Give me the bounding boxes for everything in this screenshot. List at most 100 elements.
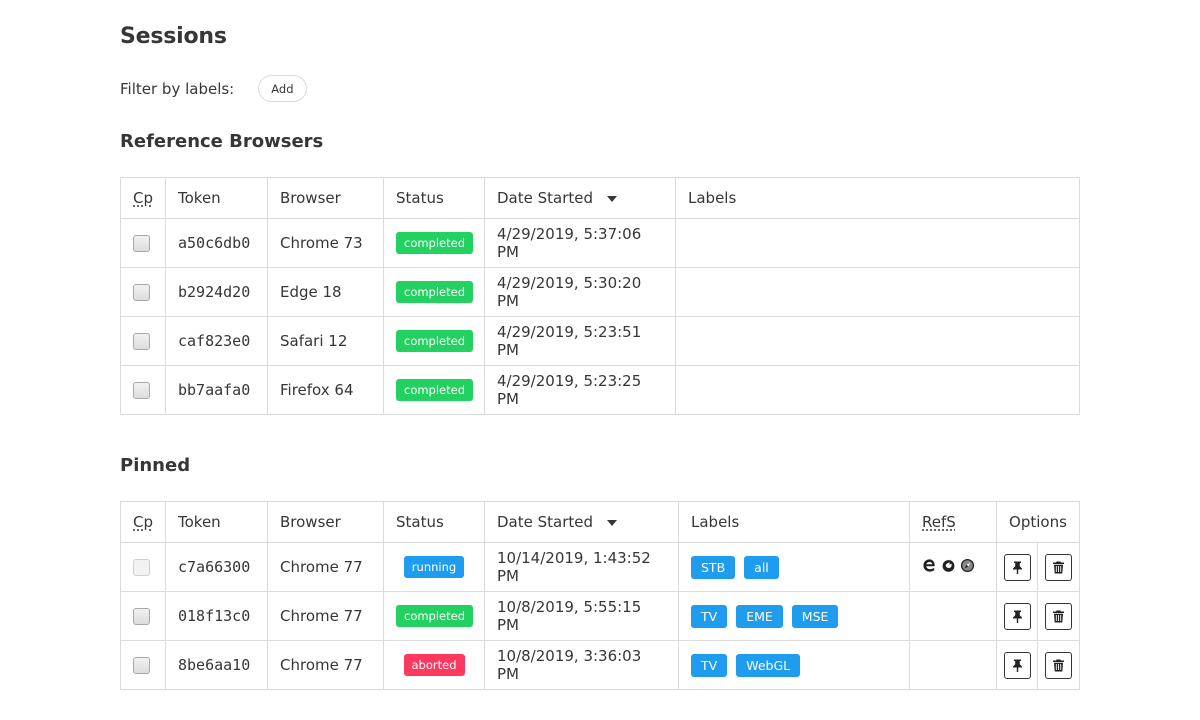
session-token-link[interactable]: c7a66300 bbox=[178, 558, 250, 576]
labels-cell: TV EME MSE bbox=[678, 591, 910, 641]
safari-icon[interactable] bbox=[960, 558, 975, 573]
sort-desc-icon[interactable] bbox=[607, 519, 618, 526]
unpin-cell bbox=[996, 591, 1038, 641]
header-labels: Labels bbox=[675, 177, 1080, 219]
session-token-link[interactable]: bb7aafa0 bbox=[178, 381, 250, 399]
label-tag[interactable]: STB bbox=[691, 555, 736, 579]
cp-abbr: Cp bbox=[133, 513, 153, 531]
labels-cell bbox=[675, 267, 1080, 317]
status-badge: completed bbox=[396, 605, 474, 627]
token-cell: c7a66300 bbox=[165, 542, 268, 592]
unpin-cell bbox=[996, 542, 1038, 592]
status-badge: completed bbox=[396, 232, 474, 254]
firefox-icon[interactable] bbox=[941, 558, 956, 573]
labels-cell: STB all bbox=[678, 542, 910, 592]
session-token-link[interactable]: 8be6aa10 bbox=[178, 656, 250, 674]
status-badge: completed bbox=[396, 281, 474, 303]
date-started-label: Date Started bbox=[497, 189, 594, 207]
token-cell: bb7aafa0 bbox=[165, 365, 268, 415]
status-cell: completed bbox=[383, 365, 485, 415]
header-date-started[interactable]: Date Started bbox=[484, 177, 676, 219]
pinned-table: Cp Token Browser Status Date Started Lab… bbox=[120, 501, 1080, 690]
refs-abbr: RefS bbox=[922, 513, 956, 531]
labels-cell bbox=[675, 316, 1080, 366]
filter-label: Filter by labels: bbox=[120, 79, 235, 98]
refs-cell bbox=[909, 591, 997, 641]
cp-abbr: Cp bbox=[133, 189, 153, 207]
pin-icon bbox=[1012, 659, 1023, 672]
edge-icon[interactable] bbox=[922, 558, 937, 573]
header-status: Status bbox=[383, 177, 485, 219]
browser-cell: Chrome 77 bbox=[267, 640, 384, 690]
label-tag[interactable]: TV bbox=[691, 604, 728, 628]
unpin-button[interactable] bbox=[1003, 602, 1031, 630]
date-started-cell: 10/14/2019, 1:43:52 PM bbox=[484, 542, 679, 592]
token-cell: 8be6aa10 bbox=[165, 640, 268, 690]
browser-cell: Chrome 77 bbox=[267, 591, 384, 641]
compare-checkbox[interactable] bbox=[133, 608, 150, 625]
header-cp: Cp bbox=[120, 501, 166, 543]
status-cell: completed bbox=[383, 316, 485, 366]
session-token-link[interactable]: caf823e0 bbox=[178, 332, 250, 350]
trash-icon bbox=[1053, 610, 1064, 623]
cp-cell bbox=[120, 267, 166, 317]
labels-cell: TV WebGL bbox=[678, 640, 910, 690]
table-row: 8be6aa10 Chrome 77 aborted 10/8/2019, 3:36:… bbox=[120, 640, 1080, 690]
browser-cell: Safari 12 bbox=[267, 316, 384, 366]
date-started-cell: 4/29/2019, 5:23:25 PM bbox=[484, 365, 676, 415]
header-token: Token bbox=[165, 177, 268, 219]
session-token-link[interactable]: 018f13c0 bbox=[178, 607, 250, 625]
refs-cell bbox=[909, 542, 997, 592]
pin-icon bbox=[1012, 561, 1023, 574]
label-tag[interactable]: TV bbox=[691, 653, 728, 677]
compare-checkbox[interactable] bbox=[133, 333, 150, 350]
label-tag[interactable]: MSE bbox=[791, 604, 839, 628]
table-header-row: Cp Token Browser Status Date Started Lab… bbox=[120, 177, 1080, 219]
date-started-label: Date Started bbox=[497, 513, 594, 531]
sort-desc-icon[interactable] bbox=[607, 195, 618, 202]
delete-cell bbox=[1037, 542, 1080, 592]
table-header-row: Cp Token Browser Status Date Started Lab… bbox=[120, 501, 1080, 543]
table-row: a50c6db0 Chrome 73 completed 4/29/2019, 5:3… bbox=[120, 218, 1080, 268]
cp-cell bbox=[120, 640, 166, 690]
label-tag[interactable]: all bbox=[744, 555, 779, 579]
browser-cell: Chrome 77 bbox=[267, 542, 384, 592]
browser-cell: Edge 18 bbox=[267, 267, 384, 317]
session-token-link[interactable]: a50c6db0 bbox=[178, 234, 250, 252]
token-cell: a50c6db0 bbox=[165, 218, 268, 268]
header-date-started[interactable]: Date Started bbox=[484, 501, 679, 543]
status-badge: running bbox=[403, 556, 465, 578]
delete-button[interactable] bbox=[1045, 553, 1072, 581]
delete-cell bbox=[1037, 591, 1080, 641]
unpin-button[interactable] bbox=[1003, 651, 1031, 679]
header-browser: Browser bbox=[267, 177, 384, 219]
compare-checkbox[interactable] bbox=[133, 382, 150, 399]
session-token-link[interactable]: b2924d20 bbox=[178, 283, 250, 301]
compare-checkbox[interactable] bbox=[133, 235, 150, 252]
delete-button[interactable] bbox=[1045, 651, 1072, 679]
reference-sessions bbox=[922, 558, 975, 573]
labels-cell bbox=[675, 218, 1080, 268]
unpin-button[interactable] bbox=[1003, 553, 1031, 581]
compare-checkbox[interactable] bbox=[133, 284, 150, 301]
status-cell: completed bbox=[383, 218, 485, 268]
table-row: 018f13c0 Chrome 77 completed 10/8/2019, 5:5… bbox=[120, 591, 1080, 641]
table-row: caf823e0 Safari 12 completed 4/29/2019, 5:2… bbox=[120, 316, 1080, 366]
status-cell: aborted bbox=[383, 640, 485, 690]
delete-button[interactable] bbox=[1045, 602, 1072, 630]
status-cell: completed bbox=[383, 267, 485, 317]
add-label-filter-button[interactable]: Add bbox=[258, 75, 307, 102]
compare-checkbox[interactable] bbox=[133, 657, 150, 674]
reference-browsers-title: Reference Browsers bbox=[120, 131, 324, 152]
page-title: Sessions bbox=[120, 24, 227, 49]
refs-cell bbox=[909, 640, 997, 690]
table-row: bb7aafa0 Firefox 64 completed 4/29/2019, 5:… bbox=[120, 365, 1080, 415]
reference-browsers-table: Cp Token Browser Status Date Started Lab… bbox=[120, 177, 1080, 415]
date-started-cell: 4/29/2019, 5:30:20 PM bbox=[484, 267, 676, 317]
unpin-cell bbox=[996, 640, 1038, 690]
label-tag[interactable]: EME bbox=[736, 604, 783, 628]
label-tag[interactable]: WebGL bbox=[736, 653, 801, 677]
status-cell: completed bbox=[383, 591, 485, 641]
status-badge: aborted bbox=[403, 654, 465, 676]
token-cell: caf823e0 bbox=[165, 316, 268, 366]
